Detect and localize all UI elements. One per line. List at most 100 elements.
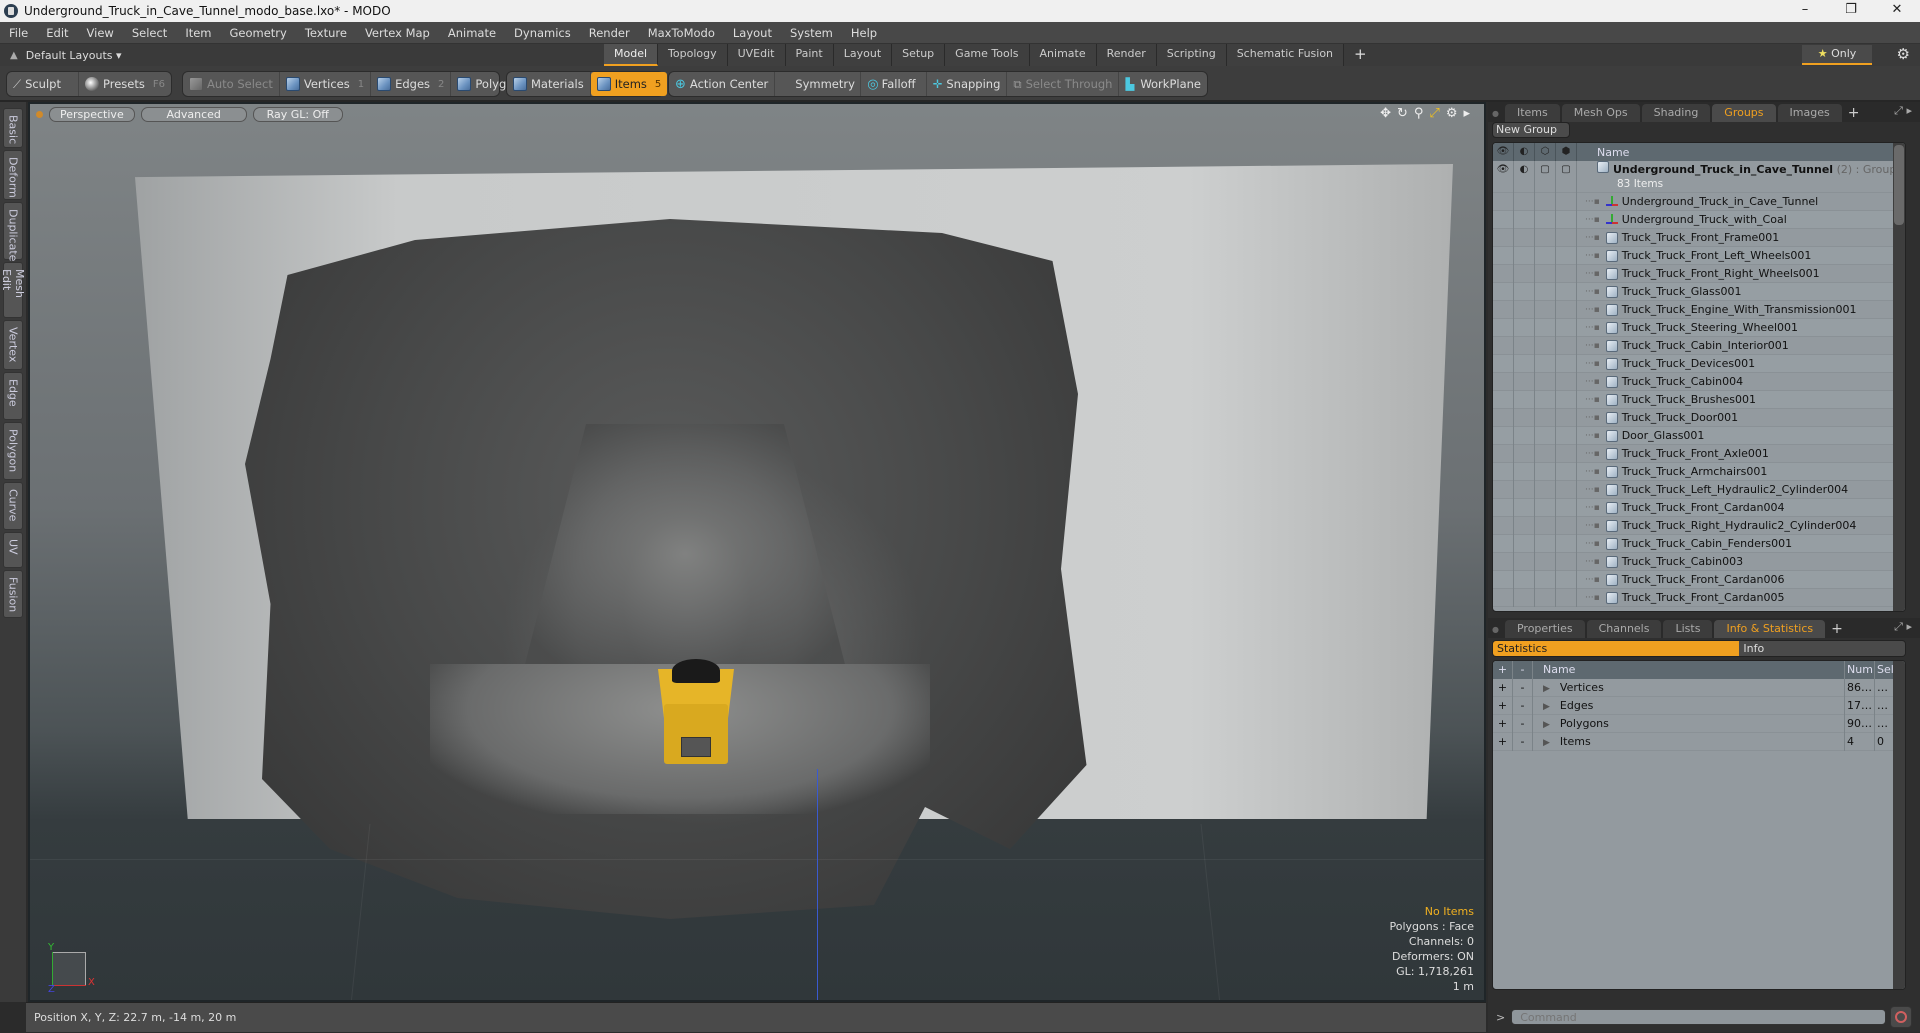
item-row[interactable]: ···▪ Truck_Truck_Cabin004 <box>1493 372 1905 391</box>
action-center-button[interactable]: ⊕ Action Center <box>669 72 776 96</box>
visibility-cell[interactable] <box>1535 408 1556 427</box>
edges-button[interactable]: Edges 2 <box>371 72 452 96</box>
add-tab-button[interactable]: + <box>1827 620 1847 638</box>
visibility-cell[interactable] <box>1514 498 1535 517</box>
visibility-cell[interactable] <box>1514 264 1535 283</box>
tab-setup[interactable]: Setup <box>892 44 946 66</box>
menu-file[interactable]: File <box>0 26 37 40</box>
sculpt-button[interactable]: ⟋ Sculpt <box>7 72 80 96</box>
select-through-button[interactable]: ⧉ Select Through <box>1007 72 1120 96</box>
visibility-cell[interactable] <box>1556 354 1577 373</box>
left-tab-curve[interactable]: Curve <box>3 482 23 530</box>
minimize-button[interactable]: – <box>1782 0 1828 22</box>
visibility-cell[interactable] <box>1556 570 1577 589</box>
menu-system[interactable]: System <box>781 26 842 40</box>
add-layout-tab-button[interactable]: + <box>1344 44 1377 66</box>
item-row[interactable]: ···▪ Truck_Truck_Front_Cardan006 <box>1493 570 1905 589</box>
snapping-button[interactable]: ✛ Snapping <box>927 72 1008 96</box>
visibility-cell[interactable] <box>1556 498 1577 517</box>
visibility-cell[interactable] <box>1556 534 1577 553</box>
collapse-button[interactable]: - <box>1513 678 1533 697</box>
visibility-cell[interactable] <box>1556 372 1577 391</box>
collapse-button[interactable]: - <box>1513 714 1533 733</box>
item-row[interactable]: ···▪ Truck_Truck_Front_Cardan005 <box>1493 588 1905 607</box>
visibility-cell[interactable] <box>1493 354 1514 373</box>
visibility-cell[interactable] <box>1535 354 1556 373</box>
visibility-cell[interactable] <box>1556 516 1577 535</box>
visibility-cell[interactable] <box>1514 354 1535 373</box>
expand-button[interactable]: + <box>1493 714 1513 733</box>
visibility-cell[interactable] <box>1556 264 1577 283</box>
visibility-cell[interactable] <box>1493 300 1514 319</box>
expand-button[interactable]: + <box>1493 696 1513 715</box>
left-tab-deform[interactable]: Deform <box>3 150 23 200</box>
item-row[interactable]: ···▪ Truck_Truck_Engine_With_Transmission… <box>1493 300 1905 319</box>
visibility-cell[interactable] <box>1514 192 1535 211</box>
visibility-cell[interactable] <box>1514 534 1535 553</box>
left-tab-vertex[interactable]: Vertex <box>3 320 23 370</box>
raygl-button[interactable]: Ray GL: Off <box>252 106 343 122</box>
shading-button[interactable]: Advanced <box>140 106 247 122</box>
render-column-icon[interactable]: ◐ <box>1514 143 1535 161</box>
tab-groups[interactable]: Groups <box>1712 104 1776 122</box>
visibility-cell[interactable] <box>1514 480 1535 499</box>
visibility-cell[interactable] <box>1514 282 1535 301</box>
item-list-scrollbar[interactable] <box>1893 143 1905 611</box>
visibility-cell[interactable] <box>1493 480 1514 499</box>
visibility-cell[interactable] <box>1493 264 1514 283</box>
visibility-cell[interactable] <box>1493 588 1514 607</box>
stat-row-vertices[interactable]: + - ▶ Vertices 86…… <box>1493 678 1905 697</box>
mining-truck-model[interactable] <box>658 659 734 767</box>
expand-button[interactable]: + <box>1493 732 1513 751</box>
layout-collapse-icon[interactable]: ▲ <box>0 50 26 61</box>
visibility-cell[interactable] <box>1535 192 1556 211</box>
visibility-cell[interactable] <box>1535 210 1556 229</box>
visibility-cell[interactable] <box>1493 210 1514 229</box>
item-row[interactable]: ···▪ Truck_Truck_Brushes001 <box>1493 390 1905 409</box>
visibility-cell[interactable] <box>1556 210 1577 229</box>
visibility-cell[interactable] <box>1514 318 1535 337</box>
symmetry-button[interactable]: Symmetry <box>775 72 862 96</box>
tab-model[interactable]: Model <box>604 44 659 66</box>
left-tab-duplicate[interactable]: Duplicate <box>3 202 23 261</box>
panel-expand-icon[interactable]: ⤢ ▸ <box>1894 104 1912 118</box>
visibility-cell[interactable] <box>1556 228 1577 247</box>
visibility-cell[interactable] <box>1535 390 1556 409</box>
pan-icon[interactable]: ✥ <box>1380 106 1391 121</box>
tab-channels[interactable]: Channels <box>1586 620 1662 638</box>
visibility-cell[interactable] <box>1535 444 1556 463</box>
visibility-cell[interactable] <box>1514 246 1535 265</box>
3d-viewport[interactable]: Perspective Advanced Ray GL: Off ✥ ↻ ⚲ ⤢… <box>28 102 1486 1002</box>
visibility-cell[interactable] <box>1493 498 1514 517</box>
visibility-cell[interactable] <box>1556 462 1577 481</box>
item-row[interactable]: ···▪ Underground_Truck_in_Cave_Tunnel <box>1493 192 1905 211</box>
visibility-cell[interactable] <box>1493 228 1514 247</box>
visibility-cell[interactable] <box>1493 372 1514 391</box>
visibility-cell[interactable] <box>1535 516 1556 535</box>
stat-row-items[interactable]: + - ▶ Items 4 0 <box>1493 732 1905 751</box>
panel-menu-icon[interactable]: ● <box>1492 625 1499 634</box>
expand-all-button[interactable]: + <box>1493 661 1513 679</box>
collapse-all-button[interactable]: - <box>1513 661 1533 679</box>
item-row[interactable]: ···▪ Truck_Truck_Front_Axle001 <box>1493 444 1905 463</box>
visibility-cell[interactable] <box>1493 570 1514 589</box>
menu-item[interactable]: Item <box>176 26 220 40</box>
falloff-button[interactable]: ◎ Falloff <box>861 72 927 96</box>
visibility-cell[interactable] <box>1556 246 1577 265</box>
vertices-button[interactable]: Vertices 1 <box>280 72 372 96</box>
tab-render[interactable]: Render <box>1096 44 1157 66</box>
viewport-gear-icon[interactable]: ⚙ <box>1446 106 1458 121</box>
visibility-cell[interactable] <box>1514 390 1535 409</box>
expand-triangle-icon[interactable]: ▶ <box>1543 720 1550 730</box>
visibility-cell[interactable] <box>1535 534 1556 553</box>
item-row[interactable]: ···▪ Truck_Truck_Armchairs001 <box>1493 462 1905 481</box>
visibility-cell[interactable] <box>1535 228 1556 247</box>
tab-paint[interactable]: Paint <box>785 44 834 66</box>
collapse-button[interactable]: - <box>1513 696 1533 715</box>
maximize-button[interactable]: ❐ <box>1828 0 1874 22</box>
expand-triangle-icon[interactable]: ▶ <box>1543 702 1550 712</box>
visibility-cell[interactable] <box>1535 336 1556 355</box>
fit-icon[interactable]: ⤢ <box>1429 106 1439 121</box>
visibility-cell[interactable] <box>1493 426 1514 445</box>
workplane-button[interactable]: ▙ WorkPlane <box>1119 72 1207 96</box>
